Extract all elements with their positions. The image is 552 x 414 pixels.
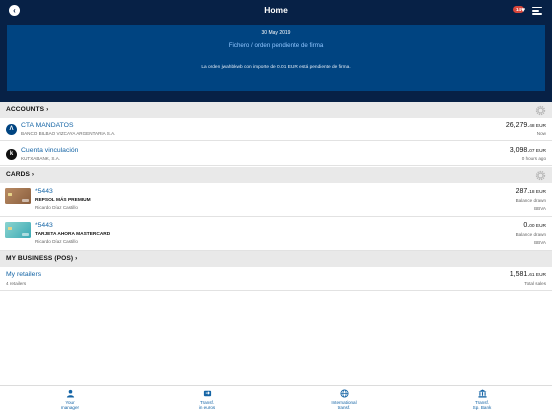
card-row[interactable]: *5443 TARJETA AHORA MASTERCARD Ricardo D…: [0, 218, 552, 251]
cards-section-header[interactable]: CARDS ›: [0, 167, 552, 183]
retailers-name[interactable]: My retailers: [6, 271, 41, 278]
accounts-section-header[interactable]: ACCOUNTS ›: [0, 102, 552, 118]
bbva-logo-icon: Λ: [6, 124, 17, 135]
tab-your-manager[interactable]: Your manager: [30, 389, 110, 410]
account-name[interactable]: Cuenta vinculación: [21, 147, 78, 154]
person-icon: [66, 389, 74, 398]
card-number[interactable]: *5443: [35, 188, 53, 195]
banner-link[interactable]: Fichero / orden pendiente de firma: [7, 42, 545, 49]
retailers-count: 4 retailers: [6, 281, 27, 286]
business-section-title[interactable]: MY BUSINESS (POS) ›: [6, 255, 77, 262]
tab-transfer-euros[interactable]: Transf. in euros: [167, 389, 247, 410]
account-name[interactable]: CTA MANDATOS: [21, 122, 74, 129]
card-issuer: BBVA: [534, 240, 546, 245]
card-balance-label: Balance drawn: [515, 232, 546, 237]
gear-icon[interactable]: [535, 170, 546, 181]
business-row[interactable]: My retailers 4 retailers 1,581.61 EUR To…: [0, 267, 552, 291]
card-image-repsol: [5, 188, 31, 204]
card-number[interactable]: *5443: [35, 222, 53, 229]
page-title: Home: [264, 5, 288, 15]
account-updated: Now: [536, 131, 546, 136]
globe-icon: [339, 389, 349, 398]
heart-icon: ♥: [521, 7, 526, 14]
card-holder: Ricardo Díaz Castillo: [35, 239, 78, 244]
account-bank: BANCO BILBAO VIZCAYA ARGENTARIA S.A.: [21, 131, 116, 136]
total-sales-label: Total sales: [524, 281, 546, 286]
card-row[interactable]: *5443 REPSOL MÁS PREMIUM Ricardo Díaz Ca…: [0, 184, 552, 217]
card-holder: Ricardo Díaz Castillo: [35, 205, 78, 210]
transfer-icon: [203, 390, 211, 397]
account-updated: 0 hours ago: [521, 156, 546, 161]
gear-icon[interactable]: [535, 105, 546, 116]
account-balance: 3,098.07 EUR: [509, 147, 546, 154]
tab-international-transfer[interactable]: International transf.: [304, 389, 384, 410]
card-product: TARJETA AHORA MASTERCARD: [35, 232, 111, 237]
menu-icon: [532, 7, 542, 9]
business-section-header[interactable]: MY BUSINESS (POS) ›: [0, 251, 552, 267]
account-balance: 26,279.48 EUR: [505, 122, 546, 129]
card-issuer: BBVA: [534, 206, 546, 211]
notifications-button[interactable]: 14 ♥: [513, 6, 528, 16]
card-image-ahora: [5, 222, 31, 238]
menu-button[interactable]: [532, 7, 542, 15]
account-bank: KUTXABANK, S.A.: [21, 156, 61, 161]
account-row[interactable]: k Cuenta vinculación KUTXABANK, S.A. 3,0…: [0, 142, 552, 166]
account-row[interactable]: Λ CTA MANDATOS BANCO BILBAO VIZCAYA ARGE…: [0, 118, 552, 141]
banner-date: 30 May 2019: [261, 30, 291, 36]
notification-banner[interactable]: 30 May 2019 Fichero / orden pendiente de…: [7, 25, 545, 91]
accounts-section-title[interactable]: ACCOUNTS ›: [6, 106, 48, 113]
banner-message: La orden jwahbkwb con importe de 0.01 EU…: [201, 65, 351, 70]
total-sales-amount: 1,581.61 EUR: [509, 271, 546, 278]
card-product: REPSOL MÁS PREMIUM: [35, 198, 91, 203]
card-balance: 0.00 EUR: [523, 222, 546, 229]
kutxabank-logo-icon: k: [6, 149, 17, 160]
card-balance-label: Balance drawn: [515, 198, 546, 203]
card-balance: 287.18 EUR: [515, 188, 546, 195]
app-header: ‹ Home 14 ♥ 30 May 2019 Fichero / orden …: [0, 0, 552, 104]
tab-transfer-sp-bank[interactable]: Transf. Sp. Bank: [442, 389, 522, 410]
bottom-tab-bar: Your manager Transf. in euros Internatio…: [0, 385, 552, 414]
top-bar: ‹ Home 14 ♥: [0, 0, 552, 22]
bank-icon: [477, 389, 487, 398]
cards-section-title[interactable]: CARDS ›: [6, 171, 34, 178]
